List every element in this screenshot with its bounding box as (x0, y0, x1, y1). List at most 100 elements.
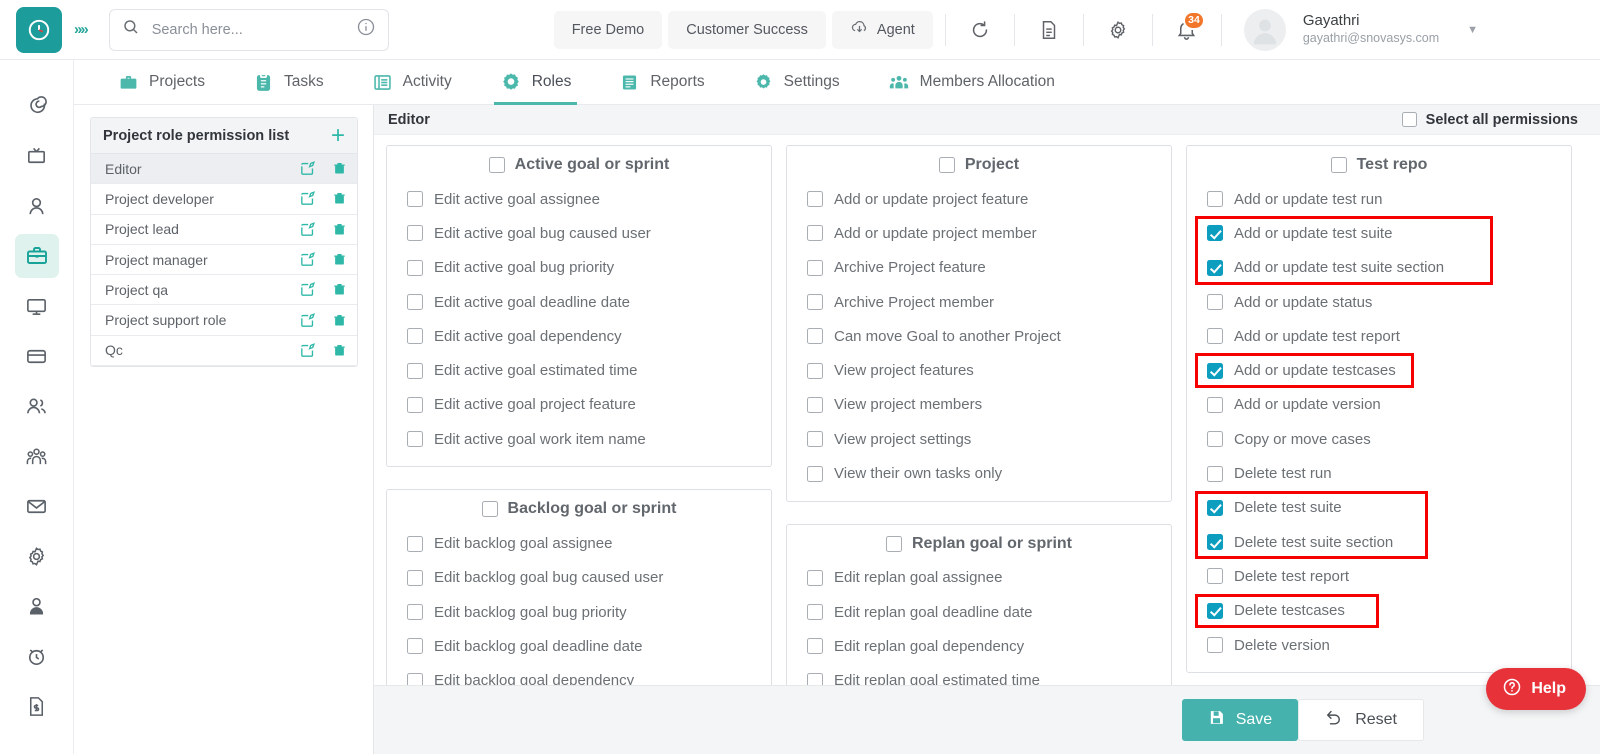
free-demo-button[interactable]: Free Demo (554, 11, 663, 49)
info-circle-icon[interactable] (356, 17, 376, 42)
permission-checkbox[interactable] (807, 431, 823, 447)
edit-icon[interactable] (299, 342, 316, 359)
plus-icon[interactable]: + (331, 124, 345, 148)
permission-checkbox[interactable] (807, 673, 823, 685)
permission-item[interactable]: Can move Goal to another Project (787, 319, 1171, 353)
role-list-item[interactable]: Project qa (91, 275, 357, 305)
gear-icon[interactable] (1096, 8, 1140, 52)
permission-item[interactable]: Add or update test suite (1187, 216, 1571, 250)
role-list-item[interactable]: Qc (91, 336, 357, 366)
permission-item[interactable]: Edit replan goal estimated time (787, 664, 1171, 685)
search-input[interactable] (152, 22, 356, 38)
permission-checkbox[interactable] (1207, 431, 1223, 447)
permission-item[interactable]: Edit active goal bug caused user (387, 216, 771, 250)
group-checkbox[interactable] (489, 157, 505, 173)
permission-item[interactable]: Edit backlog goal dependency (387, 664, 771, 685)
permission-item[interactable]: View project settings (787, 422, 1171, 456)
tab-roles[interactable]: Roles (494, 60, 578, 105)
trash-icon[interactable] (332, 312, 347, 329)
trash-icon[interactable] (332, 281, 347, 298)
permission-item[interactable]: Edit backlog goal deadline date (387, 629, 771, 663)
user-icon[interactable] (15, 184, 59, 228)
permission-checkbox[interactable] (1207, 294, 1223, 310)
permission-item[interactable]: Add or update test suite section (1187, 251, 1571, 285)
group-checkbox[interactable] (939, 157, 955, 173)
permission-checkbox[interactable] (407, 673, 423, 685)
group-checkbox[interactable] (482, 501, 498, 517)
settings-gear-icon[interactable] (15, 534, 59, 578)
role-list-item[interactable]: Project support role (91, 305, 357, 335)
edit-icon[interactable] (299, 160, 316, 177)
permission-checkbox[interactable] (807, 397, 823, 413)
permission-checkbox[interactable] (407, 260, 423, 276)
chevron-down-icon[interactable]: ▼ (1467, 24, 1478, 36)
notification-bell-icon[interactable]: 34 (1165, 8, 1209, 52)
select-all-permissions-toggle[interactable]: Select all permissions (1402, 112, 1578, 128)
trash-icon[interactable] (332, 160, 347, 177)
search-bar[interactable] (109, 9, 389, 51)
role-list-item[interactable]: Project manager (91, 245, 357, 275)
permission-item[interactable]: Add or update project feature (787, 182, 1171, 216)
spiral-icon[interactable] (15, 84, 59, 128)
permission-item[interactable]: Delete test report (1187, 559, 1571, 593)
reset-button[interactable]: Reset (1298, 699, 1424, 741)
permission-checkbox[interactable] (807, 328, 823, 344)
permission-item[interactable]: Archive Project member (787, 285, 1171, 319)
presentation-icon[interactable] (15, 134, 59, 178)
permission-checkbox[interactable] (807, 294, 823, 310)
permission-item[interactable]: Delete test suite section (1187, 525, 1571, 559)
edit-icon[interactable] (299, 312, 316, 329)
permission-group-header[interactable]: Test repo (1187, 156, 1571, 174)
avatar[interactable] (1244, 9, 1286, 51)
tab-projects[interactable]: Projects (112, 60, 211, 105)
permission-checkbox[interactable] (807, 225, 823, 241)
edit-icon[interactable] (299, 251, 316, 268)
permission-checkbox[interactable] (407, 536, 423, 552)
permission-item[interactable]: Edit active goal estimated time (387, 353, 771, 387)
permission-item[interactable]: Delete version (1187, 628, 1571, 662)
role-list-item[interactable]: Project developer (91, 184, 357, 214)
permission-checkbox[interactable] (407, 225, 423, 241)
trash-icon[interactable] (332, 342, 347, 359)
expand-sidebar-icon[interactable]: »» (74, 21, 87, 38)
briefcase-icon[interactable] (15, 234, 59, 278)
permission-checkbox[interactable] (807, 191, 823, 207)
permission-checkbox[interactable] (407, 191, 423, 207)
customer-success-button[interactable]: Customer Success (668, 11, 826, 49)
permission-checkbox[interactable] (1207, 466, 1223, 482)
permission-item[interactable]: Delete testcases (1187, 594, 1571, 628)
refresh-icon[interactable] (958, 8, 1002, 52)
edit-icon[interactable] (299, 281, 316, 298)
team-icon[interactable] (15, 434, 59, 478)
permission-checkbox[interactable] (807, 363, 823, 379)
permission-checkbox[interactable] (807, 638, 823, 654)
credit-card-icon[interactable] (15, 334, 59, 378)
permission-item[interactable]: Add or update project member (787, 216, 1171, 250)
permission-checkbox[interactable] (1207, 225, 1223, 241)
mail-icon[interactable] (15, 484, 59, 528)
permission-item[interactable]: Add or update version (1187, 388, 1571, 422)
document-icon[interactable] (1027, 8, 1071, 52)
permission-checkbox[interactable] (407, 604, 423, 620)
permission-item[interactable]: Edit backlog goal bug priority (387, 595, 771, 629)
permission-checkbox[interactable] (807, 570, 823, 586)
agent-button[interactable]: Agent (832, 11, 933, 49)
permission-item[interactable]: View project features (787, 353, 1171, 387)
help-button[interactable]: Help (1486, 668, 1586, 710)
permission-checkbox[interactable] (1207, 397, 1223, 413)
permission-item[interactable]: Delete test suite (1187, 491, 1571, 525)
permission-checkbox[interactable] (407, 431, 423, 447)
tab-settings[interactable]: Settings (747, 60, 846, 105)
permission-item[interactable]: Edit replan goal assignee (787, 561, 1171, 595)
permission-checkbox[interactable] (407, 328, 423, 344)
permission-item[interactable]: Edit active goal assignee (387, 182, 771, 216)
permission-checkbox[interactable] (807, 604, 823, 620)
profile-icon[interactable] (15, 584, 59, 628)
permission-checkbox[interactable] (1207, 500, 1223, 516)
permission-item[interactable]: Edit active goal dependency (387, 319, 771, 353)
tab-tasks[interactable]: Tasks (247, 60, 330, 105)
permission-checkbox[interactable] (1207, 534, 1223, 550)
tab-activity[interactable]: Activity (366, 60, 458, 105)
permission-checkbox[interactable] (1207, 191, 1223, 207)
permission-item[interactable]: Edit active goal project feature (387, 388, 771, 422)
